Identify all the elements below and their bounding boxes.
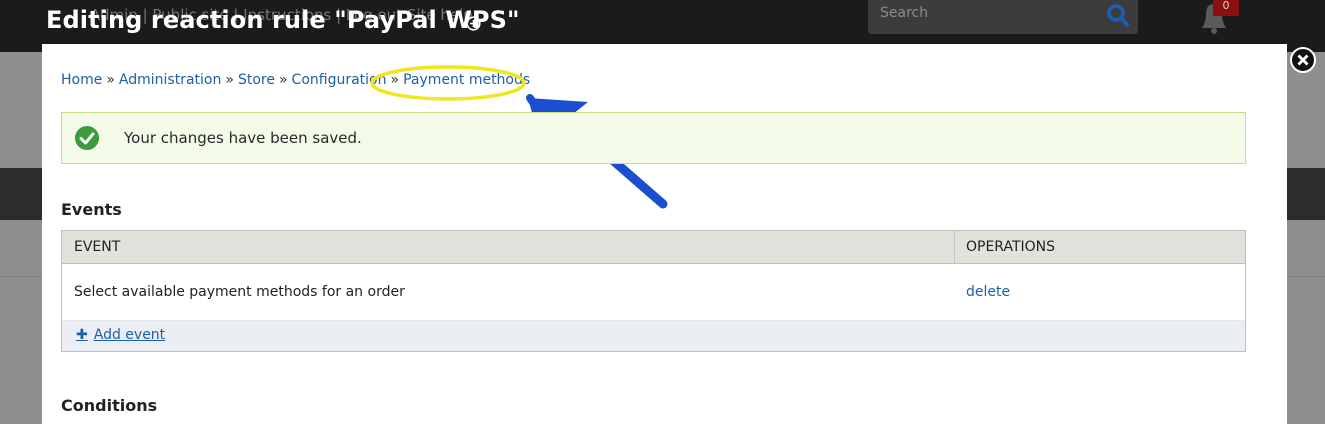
delete-link[interactable]: delete: [966, 284, 1010, 300]
highlight-ellipse: [370, 65, 526, 101]
events-table: EVENT OPERATIONS Select available paymen…: [61, 230, 1246, 352]
breadcrumb-separator: »: [278, 72, 288, 88]
add-event-label: Add event: [93, 327, 166, 343]
event-cell: Select available payment methods for an …: [74, 284, 405, 300]
breadcrumb-separator: »: [225, 72, 234, 88]
breadcrumb-administration[interactable]: Administration: [119, 72, 221, 88]
header-divider: [954, 231, 955, 263]
close-icon[interactable]: [1290, 47, 1316, 73]
plus-circle-icon[interactable]: [466, 16, 481, 35]
check-circle-icon: [74, 125, 100, 155]
status-message: Your changes have been saved.: [61, 112, 1246, 164]
modal-title: Editing reaction rule "PayPal WPS": [46, 6, 520, 34]
breadcrumb-separator: »: [106, 72, 115, 88]
plus-icon: ✚: [76, 327, 88, 343]
notification-badge: 0: [1213, 0, 1239, 16]
search-icon: [1106, 2, 1132, 34]
conditions-heading: Conditions: [61, 396, 158, 415]
breadcrumb-store[interactable]: Store: [238, 72, 275, 88]
table-header-row: EVENT OPERATIONS: [62, 231, 1245, 264]
add-event-link[interactable]: ✚ Add event: [76, 327, 165, 343]
add-event-row: ✚ Add event: [62, 320, 1245, 351]
status-text: Your changes have been saved.: [124, 129, 362, 147]
column-header-operations: OPERATIONS: [966, 239, 1056, 255]
breadcrumb-home[interactable]: Home: [61, 72, 102, 88]
events-heading: Events: [61, 200, 122, 219]
modal-dialog: Home» Administration» Store» Configuration»…: [42, 44, 1287, 424]
search-placeholder: Search: [880, 5, 929, 21]
column-header-event: EVENT: [74, 239, 121, 255]
table-row: Select available payment methods for an …: [62, 264, 1245, 320]
